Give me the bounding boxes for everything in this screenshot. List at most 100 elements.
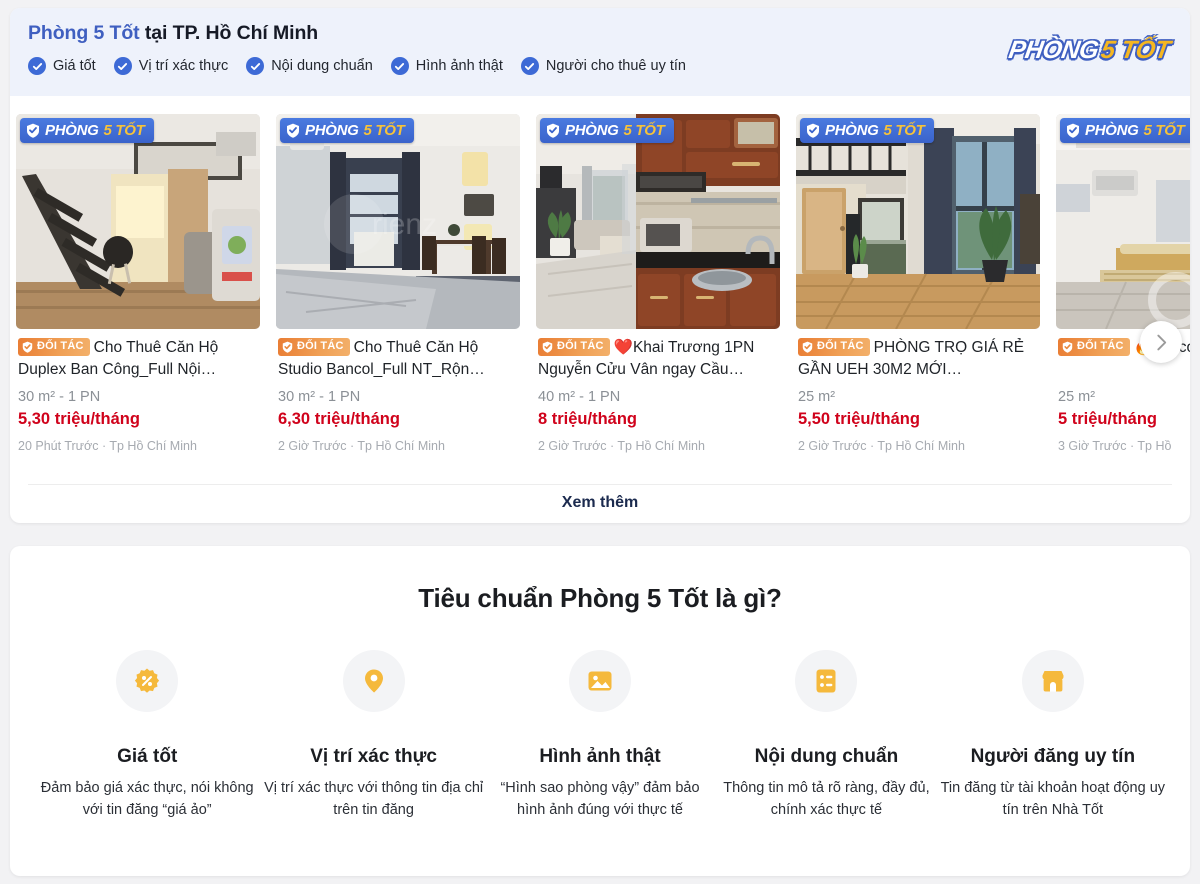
standard-item-gia-tot: Giá tốt Đảm bảo giá xác thực, nói không … — [34, 650, 260, 822]
listing-meta: 30 m² - 1 PN — [278, 389, 361, 405]
listing-card-body: ĐỐI TÁC PHÒNG TRỌ GIÁ RẺ GẦN UEH 30M2 MỚ… — [796, 329, 1040, 453]
checklist-icon — [795, 650, 858, 712]
shield-check-icon — [802, 341, 813, 353]
listing-title[interactable]: ĐỐI TÁC ❤️Khai Trương 1PN Nguyễn Cửu Vân… — [538, 337, 778, 382]
listing-title[interactable]: ĐỐI TÁC Cho Thuê Căn Hộ Studio Bancol_Fu… — [278, 337, 518, 382]
listing-time-location: 20 Phút Trước · Tp Hồ Chí Minh — [18, 439, 197, 453]
badge-word-phong: PHÒNG — [305, 122, 359, 139]
header-check-vi-tri-xac-thuc: Vị trí xác thực — [113, 57, 229, 75]
phong-5-tot-image-badge: PHÒNG 5 TỐT — [540, 118, 674, 143]
storefront-icon — [1021, 650, 1084, 712]
listing-meta: 30 m² - 1 PN — [18, 389, 101, 405]
chevron-right-icon — [1156, 334, 1166, 350]
phong-5-tot-image-badge: PHÒNG 5 TỐT — [280, 118, 414, 143]
carousel-next-button[interactable] — [1140, 321, 1182, 363]
header-check-label: Vị trí xác thực — [138, 58, 229, 74]
listing-price: 5,30 triệu/tháng — [18, 410, 140, 428]
badge-word-phong: PHÒNG — [45, 122, 99, 139]
partner-badge: ĐỐI TÁC — [538, 338, 610, 356]
partner-badge-label: ĐỐI TÁC — [1077, 340, 1124, 353]
listing-time-location: 2 Giờ Trước · Tp Hồ Chí Minh — [538, 439, 705, 453]
listing-card[interactable]: rienz PHÒNG 5 TỐT ĐỐI TÁC Cho Thuê Căn H… — [276, 114, 520, 453]
panel-header: Phòng 5 Tốt tại TP. Hồ Chí Minh Giá tốt … — [10, 8, 1190, 96]
shield-check-icon — [807, 123, 819, 138]
listing-title[interactable]: ĐỐI TÁC Cho Thuê Căn Hộ Duplex Ban Công_… — [18, 337, 258, 382]
listing-photo-white-room-bed: HiF — [1056, 114, 1190, 329]
shield-check-icon — [287, 123, 299, 138]
listing-time-location: 2 Giờ Trước · Tp Hồ Chí Minh — [798, 439, 965, 453]
partner-badge-label: ĐỐI TÁC — [817, 340, 864, 353]
partner-badge: ĐỐI TÁC — [18, 338, 90, 356]
listing-price: 8 triệu/tháng — [538, 410, 638, 428]
badge-word-phong: PHÒNG — [1085, 122, 1139, 139]
listing-card-body: ĐỐI TÁC Cho Thuê Căn Hộ Duplex Ban Công_… — [16, 329, 260, 453]
standard-desc: Tin đăng từ tài khoản hoạt động uy tín t… — [940, 780, 1166, 819]
header-check-label: Hình ảnh thật — [415, 58, 503, 74]
listing-card[interactable]: HiF PHÒNG 5 TỐT — [1056, 114, 1190, 453]
partner-badge-label: ĐỐI TÁC — [297, 340, 344, 353]
standard-item-noi-dung-chuan: Nội dung chuẩn Thông tin mô tả rõ ràng, … — [713, 650, 939, 822]
listing-card[interactable]: PHÒNG 5 TỐT ĐỐI TÁC Cho Thuê Căn Hộ Dupl… — [16, 114, 260, 453]
standard-desc: Đảm bảo giá xác thực, nói không với tin … — [40, 780, 254, 819]
shield-check-icon — [282, 341, 293, 353]
page-title: Phòng 5 Tốt tại TP. Hồ Chí Minh — [28, 22, 1172, 45]
svg-text:rienz: rienz — [372, 208, 437, 241]
badge-word-phong: PHÒNG — [565, 122, 619, 139]
listing-meta: 40 m² - 1 PN — [538, 389, 621, 405]
discount-badge-icon — [116, 650, 179, 712]
badge-word-5tot: 5 TỐT — [363, 122, 405, 139]
listing-thumbnail[interactable]: HiF PHÒNG 5 TỐT — [1056, 114, 1190, 329]
standard-desc: “Hình sao phòng vậy” đảm bảo hình ảnh đú… — [500, 780, 700, 819]
listing-thumbnail[interactable]: PHÒNG 5 TỐT — [796, 114, 1040, 329]
listing-title-emoji: ❤️ — [613, 339, 633, 356]
standard-name: Vị trí xác thực — [310, 746, 437, 767]
listing-title[interactable]: ĐỐI TÁC PHÒNG TRỌ GIÁ RẺ GẦN UEH 30M2 MỚ… — [798, 337, 1038, 382]
listing-card[interactable]: PHÒNG 5 TỐT ĐỐI TÁC ❤️Khai Trương 1PN Ng… — [536, 114, 780, 453]
phong-5-tot-image-badge: PHÒNG 5 TỐT — [20, 118, 154, 143]
listing-price: 6,30 triệu/tháng — [278, 410, 400, 428]
listing-time-location: 3 Giờ Trước · Tp Hồ — [1058, 439, 1172, 453]
listing-photo-kitchen — [536, 114, 780, 329]
header-check-list: Giá tốt Vị trí xác thực Nội dung chuẩn H… — [28, 57, 1172, 75]
standard-name: Giá tốt — [117, 746, 178, 767]
standard-desc: Vị trí xác thực với thông tin địa chỉ tr… — [264, 780, 484, 819]
listing-photo-studio-bedroom: rienz — [276, 114, 520, 329]
badge-word-5tot: 5 TỐT — [1143, 122, 1185, 139]
header-check-noi-dung-chuan: Nội dung chuẩn — [246, 57, 373, 75]
check-circle-icon — [520, 57, 539, 75]
standard-name: Nội dung chuẩn — [754, 746, 899, 767]
divider — [28, 484, 1172, 485]
see-more-button[interactable]: Xem thêm — [10, 494, 1190, 512]
phong-5-tot-image-badge: PHÒNG 5 TỐT — [1060, 118, 1190, 143]
header-check-gia-tot: Giá tốt — [28, 57, 96, 75]
listing-photo-loft-balcony — [796, 114, 1040, 329]
header-check-label: Nội dung chuẩn — [271, 58, 373, 74]
listing-time-location: 2 Giờ Trước · Tp Hồ Chí Minh — [278, 439, 445, 453]
listing-thumbnail[interactable]: PHÒNG 5 TỐT — [536, 114, 780, 329]
listing-card-body: ĐỐI TÁC Cho Thuê Căn Hộ Studio Bancol_Fu… — [276, 329, 520, 453]
check-circle-icon — [390, 57, 409, 75]
listing-carousel: PHÒNG 5 TỐT ĐỐI TÁC Cho Thuê Căn Hộ Dupl… — [10, 96, 1190, 478]
listing-thumbnail[interactable]: PHÒNG 5 TỐT — [16, 114, 260, 329]
check-circle-icon — [28, 57, 46, 75]
partner-badge: ĐỐI TÁC — [278, 338, 350, 356]
listing-card-body: ĐỐI TÁC ❤️Khai Trương 1PN Nguyễn Cửu Vân… — [536, 329, 780, 453]
partner-badge: ĐỐI TÁC — [1058, 338, 1130, 356]
listing-card[interactable]: PHÒNG 5 TỐT ĐỐI TÁC PHÒNG TRỌ GIÁ RẺ GẦN… — [796, 114, 1040, 453]
listing-meta: 25 m² — [1058, 389, 1096, 405]
check-circle-icon — [113, 57, 132, 75]
phong-5-tot-image-badge: PHÒNG 5 TỐT — [800, 118, 934, 143]
page-title-rest: tại TP. Hồ Chí Minh — [139, 22, 319, 44]
phong-5-tot-logo: PHÒNG 5 TỐT — [1007, 36, 1172, 65]
standard-item-nguoi-dang-uy-tin: Người đăng uy tín Tin đăng từ tài khoản … — [940, 650, 1166, 822]
badge-word-5tot: 5 TỐT — [103, 122, 145, 139]
phong5tot-listing-panel: Phòng 5 Tốt tại TP. Hồ Chí Minh Giá tốt … — [10, 8, 1190, 523]
standard-desc: Thông tin mô tả rõ ràng, đầy đủ, chính x… — [723, 780, 930, 819]
standards-title: Tiêu chuẩn Phòng 5 Tốt là gì? — [418, 583, 782, 613]
listing-thumbnail[interactable]: rienz PHÒNG 5 TỐT — [276, 114, 520, 329]
header-check-label: Người cho thuê uy tín — [545, 58, 686, 74]
shield-check-icon — [547, 123, 559, 138]
standard-item-hinh-anh-that: Hình ảnh thật “Hình sao phòng vậy” đảm b… — [487, 650, 713, 822]
listing-price: 5,50 triệu/tháng — [798, 410, 920, 428]
standard-name: Người đăng uy tín — [970, 746, 1136, 767]
